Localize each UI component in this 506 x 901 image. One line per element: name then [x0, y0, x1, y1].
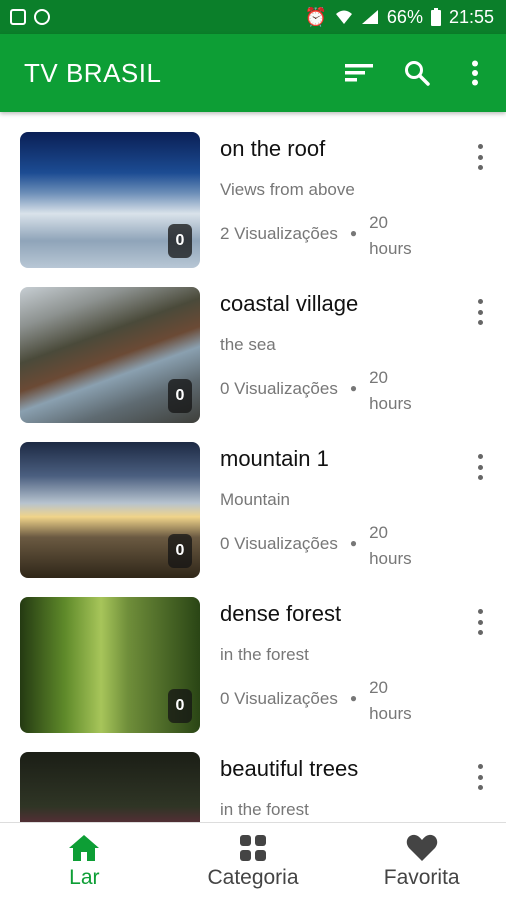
battery-icon: [430, 8, 441, 26]
upload-time: 20 hours ago: [369, 678, 412, 723]
view-count: 0 Visualizações: [220, 379, 338, 398]
nav-favorite[interactable]: Favorita: [337, 823, 506, 901]
home-icon: [69, 835, 100, 861]
item-menu-button[interactable]: [470, 299, 490, 325]
video-title[interactable]: coastal village: [220, 291, 470, 317]
heart-icon: [406, 834, 437, 861]
nav-category-label: Categoria: [207, 866, 299, 889]
upload-time: 20 hours ago: [369, 523, 412, 568]
video-item[interactable]: beautiful trees in the forest: [20, 732, 490, 822]
video-title[interactable]: on the roof: [220, 136, 470, 162]
upload-time: 20 hours ago: [369, 213, 412, 258]
video-subtitle: the sea: [220, 335, 276, 354]
app-bar: TV BRASIL: [0, 34, 506, 112]
separator-dot: ●: [349, 536, 358, 550]
video-title[interactable]: beautiful trees: [220, 756, 470, 782]
video-subtitle: Views from above: [220, 180, 355, 199]
status-bar: ⏰ 66% 21:55: [0, 0, 506, 34]
nav-home-label: Lar: [69, 866, 100, 889]
video-subtitle: in the forest: [220, 645, 309, 664]
video-thumbnail[interactable]: 0: [20, 287, 200, 423]
item-menu-button[interactable]: [470, 764, 490, 790]
upload-time: 20 hours ago: [369, 368, 412, 413]
video-title[interactable]: dense forest: [220, 601, 470, 627]
item-menu-button[interactable]: [470, 454, 490, 480]
nav-category[interactable]: Categoria: [169, 823, 338, 901]
separator-dot: ●: [349, 226, 358, 240]
video-thumbnail[interactable]: 0: [20, 132, 200, 268]
video-thumbnail[interactable]: 0: [20, 442, 200, 578]
video-item[interactable]: 0 coastal village the sea 0 Visualizaçõe…: [20, 267, 490, 423]
view-count: 0 Visualizações: [220, 689, 338, 708]
alarm-icon: ⏰: [304, 6, 327, 27]
separator-dot: ●: [349, 381, 358, 395]
nav-favorite-label: Favorita: [383, 866, 460, 889]
count-badge: 0: [168, 224, 192, 258]
item-menu-button[interactable]: [470, 609, 490, 635]
count-badge: 0: [168, 534, 192, 568]
item-menu-button[interactable]: [470, 144, 490, 170]
grid-icon: [240, 835, 266, 861]
app-title: TV BRASIL: [24, 57, 162, 88]
video-subtitle: Mountain: [220, 490, 290, 509]
more-vert-icon: [472, 60, 478, 86]
nav-home[interactable]: Lar: [0, 823, 169, 901]
view-count: 0 Visualizações: [220, 534, 338, 553]
video-thumbnail[interactable]: 0: [20, 597, 200, 733]
sort-button[interactable]: [344, 58, 374, 88]
separator-dot: ●: [349, 691, 358, 705]
video-item[interactable]: 0 on the roof Views from above 2 Visuali…: [20, 112, 490, 268]
video-item[interactable]: 0 mountain 1 Mountain 0 Visualizações ● …: [20, 422, 490, 578]
video-subtitle: in the forest: [220, 800, 309, 819]
view-count: 2 Visualizações: [220, 224, 338, 243]
battery-percent: 66%: [386, 6, 423, 27]
video-item[interactable]: 0 dense forest in the forest 0 Visualiza…: [20, 577, 490, 733]
chat-notification-icon: [34, 9, 50, 25]
overflow-menu-button[interactable]: [460, 58, 490, 88]
count-badge: 0: [168, 379, 192, 413]
signal-icon: [361, 10, 378, 24]
gallery-notification-icon: [10, 9, 26, 25]
wifi-icon: [335, 10, 352, 24]
sort-icon: [345, 64, 373, 82]
video-title[interactable]: mountain 1: [220, 446, 470, 472]
video-list[interactable]: 0 on the roof Views from above 2 Visuali…: [0, 112, 506, 822]
clock: 21:55: [448, 6, 494, 27]
video-thumbnail[interactable]: [20, 752, 200, 822]
count-badge: 0: [168, 689, 192, 723]
search-icon: [405, 61, 430, 86]
bottom-navigation: Lar Categoria Favorita: [0, 822, 506, 901]
search-button[interactable]: [402, 58, 432, 88]
